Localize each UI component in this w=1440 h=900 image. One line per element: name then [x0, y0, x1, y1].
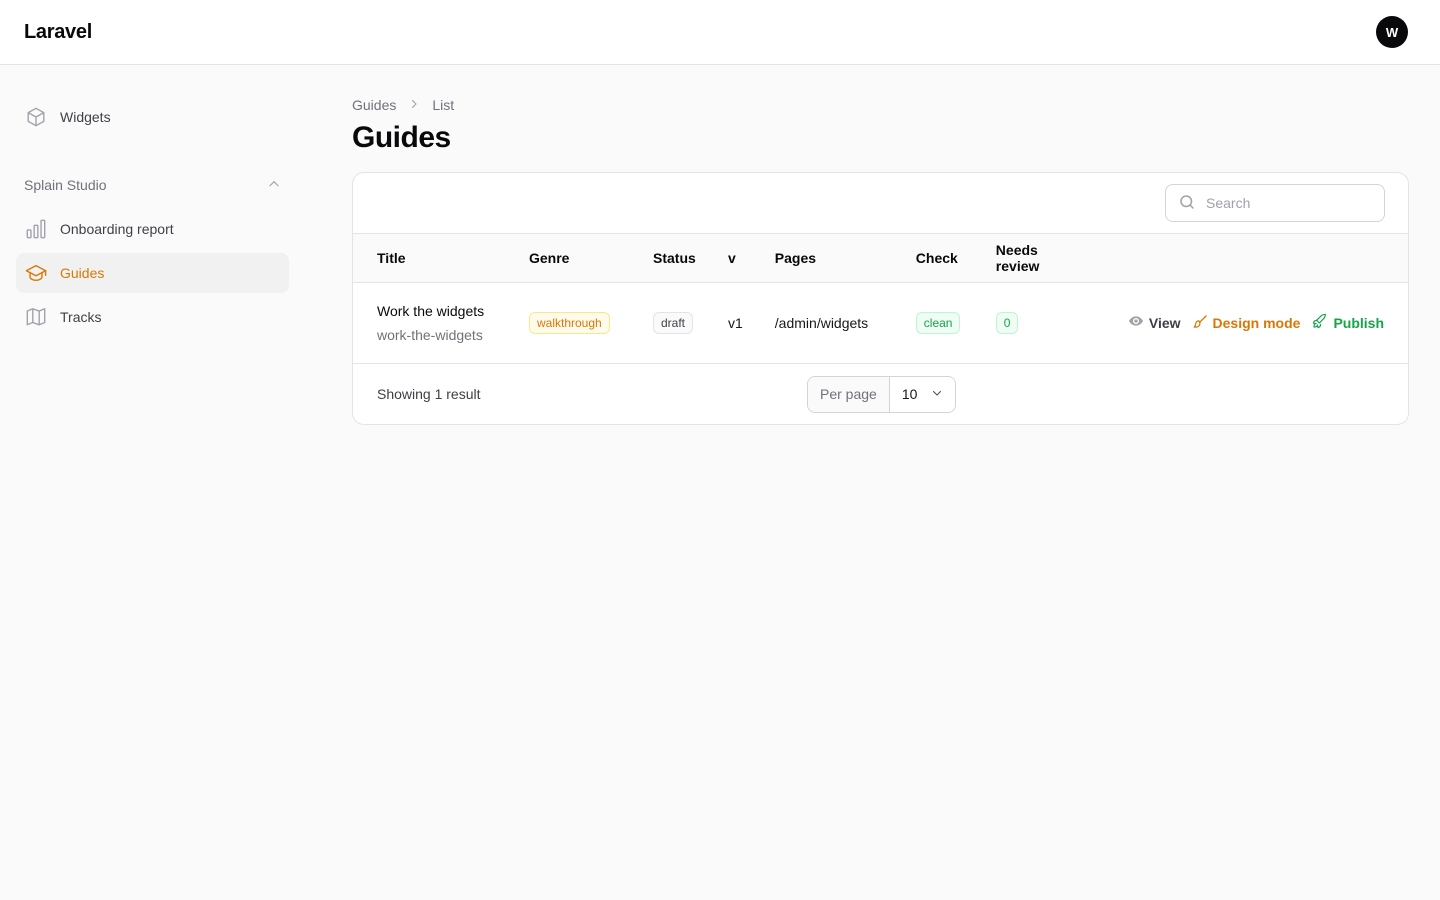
rocket-icon [1312, 313, 1328, 332]
guides-table: Title Genre Status v Pages Check Needs r… [353, 234, 1408, 364]
cube-icon [24, 105, 48, 129]
column-header-pages[interactable]: Pages [759, 234, 900, 282]
table-header-row: Title Genre Status v Pages Check Needs r… [353, 234, 1408, 282]
sidebar-item-guides[interactable]: Guides [16, 253, 289, 293]
genre-badge: walkthrough [529, 311, 610, 334]
cell-title: Work the widgets work-the-widgets [353, 282, 513, 363]
map-icon [24, 305, 48, 329]
guide-title: Work the widgets [377, 302, 485, 319]
needs-review-badge: 0 [995, 311, 1019, 334]
table-toolbar [353, 173, 1408, 234]
column-header-version[interactable]: v [712, 234, 759, 282]
cell-genre: walkthrough [513, 282, 637, 363]
design-mode-action[interactable]: Design mode [1193, 314, 1301, 332]
search-input[interactable] [1206, 195, 1366, 211]
graduation-cap-icon [24, 261, 48, 285]
sidebar-group-label: Splain Studio [24, 177, 107, 193]
per-page-select[interactable]: 10 [889, 376, 956, 412]
publish-action[interactable]: Publish [1312, 313, 1384, 332]
column-header-genre[interactable]: Genre [513, 234, 637, 282]
main-content: Guides List Guides Title Genre Status v [352, 65, 1409, 425]
check-badge: clean [915, 311, 961, 334]
status-badge: draft [653, 311, 694, 334]
breadcrumb: Guides List [352, 97, 1409, 113]
design-mode-action-label: Design mode [1212, 314, 1301, 331]
column-header-check[interactable]: Check [900, 234, 980, 282]
column-header-needs-review[interactable]: Needs review [980, 234, 1100, 282]
sidebar-group-splain-studio[interactable]: Splain Studio [16, 165, 289, 205]
top-bar: Laravel W [0, 0, 1440, 65]
per-page-value: 10 [901, 386, 918, 402]
bar-chart-icon [24, 217, 48, 241]
sidebar-item-label: Guides [60, 265, 105, 281]
brand-logo[interactable]: Laravel [24, 21, 92, 44]
search-icon [1178, 193, 1196, 214]
column-header-actions [1100, 234, 1408, 282]
guide-slug: work-the-widgets [377, 326, 483, 343]
chevron-down-icon [931, 386, 943, 402]
sidebar-item-label: Widgets [60, 109, 111, 125]
per-page-label: Per page [808, 376, 890, 412]
per-page-control: Per page 10 [807, 375, 957, 413]
table-footer: Showing 1 result Per page 10 [353, 364, 1408, 424]
guides-table-card: Title Genre Status v Pages Check Needs r… [352, 172, 1409, 425]
chevron-up-icon[interactable] [267, 177, 281, 194]
column-header-status[interactable]: Status [637, 234, 712, 282]
sidebar-item-label: Onboarding report [60, 221, 174, 237]
chevron-right-icon [408, 97, 420, 113]
page-title: Guides [352, 121, 451, 154]
sidebar: Widgets Splain Studio Onboarding report … [0, 65, 305, 900]
view-action[interactable]: View [1128, 313, 1181, 332]
results-summary: Showing 1 result [377, 385, 481, 402]
breadcrumb-link-guides[interactable]: Guides [352, 97, 396, 113]
publish-action-label: Publish [1333, 314, 1384, 331]
cell-status: draft [637, 282, 712, 363]
sidebar-item-onboarding-report[interactable]: Onboarding report [16, 209, 289, 249]
user-avatar[interactable]: W [1376, 16, 1408, 48]
cell-needs-review: 0 [980, 282, 1100, 363]
cell-check: clean [900, 282, 980, 363]
sidebar-item-label: Tracks [60, 309, 102, 325]
search-box[interactable] [1165, 184, 1385, 222]
paintbrush-icon [1193, 314, 1208, 332]
view-action-label: View [1148, 314, 1181, 331]
column-header-title[interactable]: Title [353, 234, 513, 282]
eye-icon [1128, 313, 1144, 332]
cell-actions: View Design mode Publish [1100, 282, 1408, 363]
sidebar-item-widgets[interactable]: Widgets [16, 97, 289, 137]
cell-pages: /admin/widgets [774, 314, 869, 331]
sidebar-item-tracks[interactable]: Tracks [16, 297, 289, 337]
breadcrumb-current: List [432, 97, 455, 113]
table-row[interactable]: Work the widgets work-the-widgets walkth… [353, 282, 1408, 363]
cell-version: v1 [728, 314, 743, 331]
